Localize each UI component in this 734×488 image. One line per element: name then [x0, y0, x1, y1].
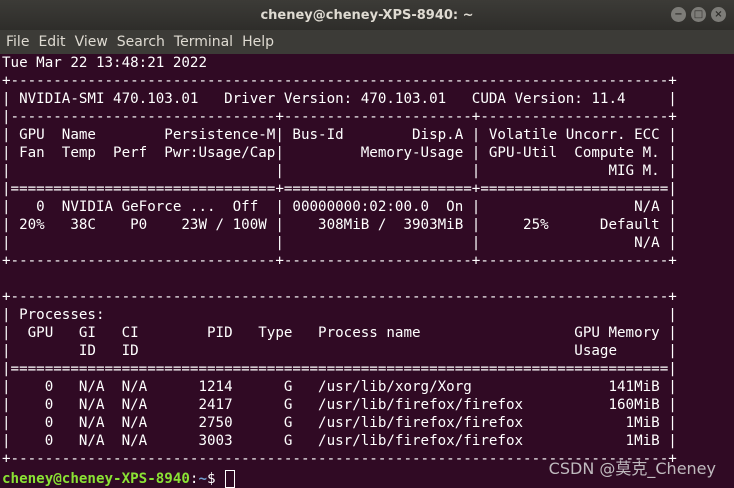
prompt-symbol: $	[207, 471, 225, 487]
minimize-icon[interactable]: −	[671, 7, 686, 22]
terminal-area[interactable]: Tue Mar 22 13:48:21 2022 +--------------…	[0, 54, 734, 488]
terminal-line: +---------------------------------------…	[2, 289, 677, 305]
terminal-line-gpu-columns: | Fan Temp Perf Pwr:Usage/Cap| Memory-Us…	[2, 145, 677, 161]
menu-file[interactable]: File	[6, 34, 29, 50]
terminal-line-process-row: | 0 N/A N/A 3003 G /usr/lib/firefox/fire…	[2, 433, 677, 449]
prompt-user-host: cheney@cheney-XPS-8940	[2, 471, 190, 487]
terminal-line: +-------------------------------+-------…	[2, 253, 677, 269]
terminal-line-process-row: | 0 N/A N/A 1214 G /usr/lib/xorg/Xorg 14…	[2, 379, 677, 395]
terminal-line-gpu-row: | 0 NVIDIA GeForce ... Off | 00000000:02…	[2, 199, 677, 215]
terminal-line: +---------------------------------------…	[2, 73, 677, 89]
menu-view[interactable]: View	[75, 34, 108, 50]
maximize-icon[interactable]: □	[691, 7, 706, 22]
prompt-separator: :	[189, 471, 199, 487]
prompt-path: ~	[198, 471, 208, 487]
menu-search[interactable]: Search	[117, 34, 165, 50]
text-cursor[interactable]	[225, 470, 236, 488]
menu-help[interactable]: Help	[242, 34, 274, 50]
terminal-line-gpu-row: | 20% 38C P0 23W / 100W | 308MiB / 3903M…	[2, 217, 677, 233]
window-titlebar[interactable]: cheney@cheney-XPS-8940: ~ − □ ×	[0, 0, 734, 30]
terminal-line-date: Tue Mar 22 13:48:21 2022	[2, 55, 207, 71]
terminal-line-processes-title: | Processes: |	[2, 307, 677, 323]
terminal-line-smi-header: | NVIDIA-SMI 470.103.01 Driver Version: …	[2, 91, 677, 107]
terminal-line-gpu-row: | | | N/A |	[2, 235, 677, 251]
window-title: cheney@cheney-XPS-8940: ~	[260, 7, 474, 23]
terminal-line-gpu-columns: | GPU Name Persistence-M| Bus-Id Disp.A …	[2, 127, 677, 143]
terminal-line-gpu-columns: | | | MIG M. |	[2, 163, 677, 179]
menu-edit[interactable]: Edit	[38, 34, 65, 50]
terminal-line: |-------------------------------+-------…	[2, 109, 677, 125]
terminal-line: |===============================+=======…	[2, 181, 677, 197]
menu-terminal[interactable]: Terminal	[174, 34, 233, 50]
close-icon[interactable]: ×	[711, 7, 726, 22]
watermark: CSDN @莫克_Cheney	[548, 459, 716, 478]
terminal-line-process-columns: | ID ID Usage |	[2, 343, 677, 359]
terminal-line: |=======================================…	[2, 361, 677, 377]
terminal-line-process-row: | 0 N/A N/A 2750 G /usr/lib/firefox/fire…	[2, 415, 677, 431]
terminal-line-process-row: | 0 N/A N/A 2417 G /usr/lib/firefox/fire…	[2, 397, 677, 413]
terminal-line-process-columns: | GPU GI CI PID Type Process name GPU Me…	[2, 325, 677, 341]
window-controls: − □ ×	[671, 7, 726, 22]
menubar: File Edit View Search Terminal Help	[0, 30, 734, 54]
